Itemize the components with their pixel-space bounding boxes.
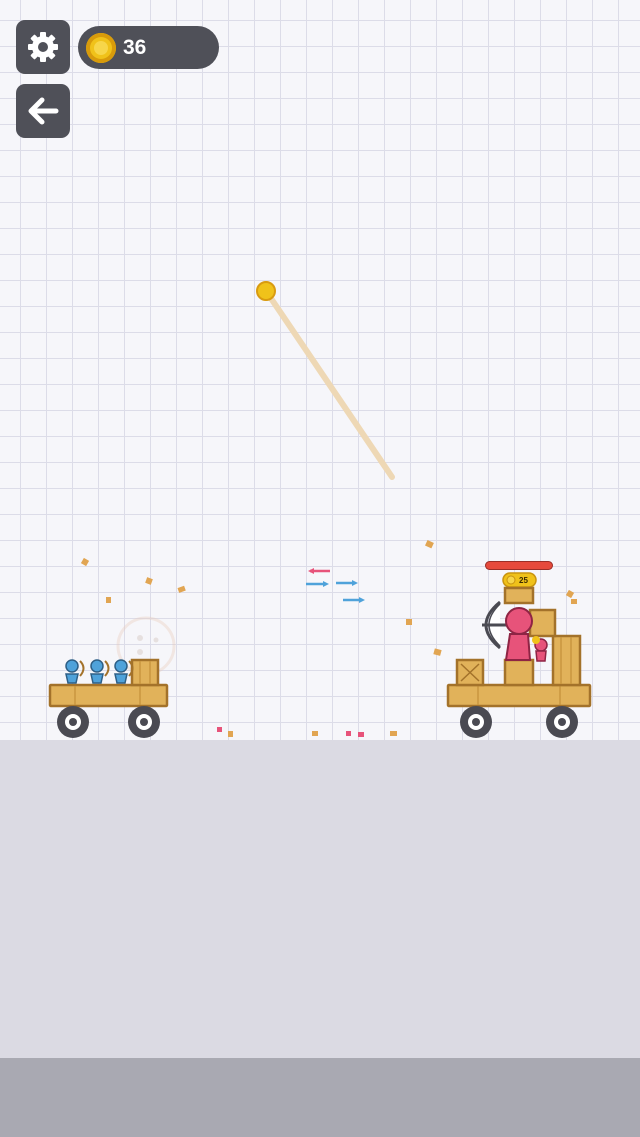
cart-platform [48,683,169,708]
player-cart[interactable] [48,658,169,738]
arrow-blue [343,597,365,603]
enemy-archer [504,607,533,661]
player-archer [65,659,85,684]
player-archer [90,659,110,684]
flying-arrows [306,568,365,603]
wooden-crate [551,634,582,687]
gear-icon [28,32,58,62]
game-scene: 25 [48,281,592,738]
wheel [546,706,578,738]
wooden-crate [503,658,535,687]
coin-counter: 36 [78,26,219,69]
reward-amount: 25 [519,576,528,585]
coin-icon [86,32,116,63]
wooden-crate [528,608,557,638]
back-button[interactable] [16,84,70,138]
settings-button[interactable] [16,20,70,74]
enemy-cart[interactable]: 25 [446,561,592,738]
back-arrow-icon [28,97,59,125]
aim-anchor-coin[interactable] [256,281,276,301]
reward-badge: 25 [502,572,537,588]
player-archer [114,659,134,684]
aim-line[interactable] [256,281,395,480]
enemy-health-bar [485,561,553,570]
wooden-crate [503,586,535,605]
wheel [128,706,160,738]
wheel [57,706,89,738]
arrow-blue [336,580,358,586]
wooden-crate [130,658,160,687]
cart-platform [446,683,592,708]
arrow-red [308,568,330,574]
wheel [460,706,492,738]
coin-pickup [532,636,540,644]
coin-count: 36 [123,35,147,59]
arrow-blue [306,581,329,587]
